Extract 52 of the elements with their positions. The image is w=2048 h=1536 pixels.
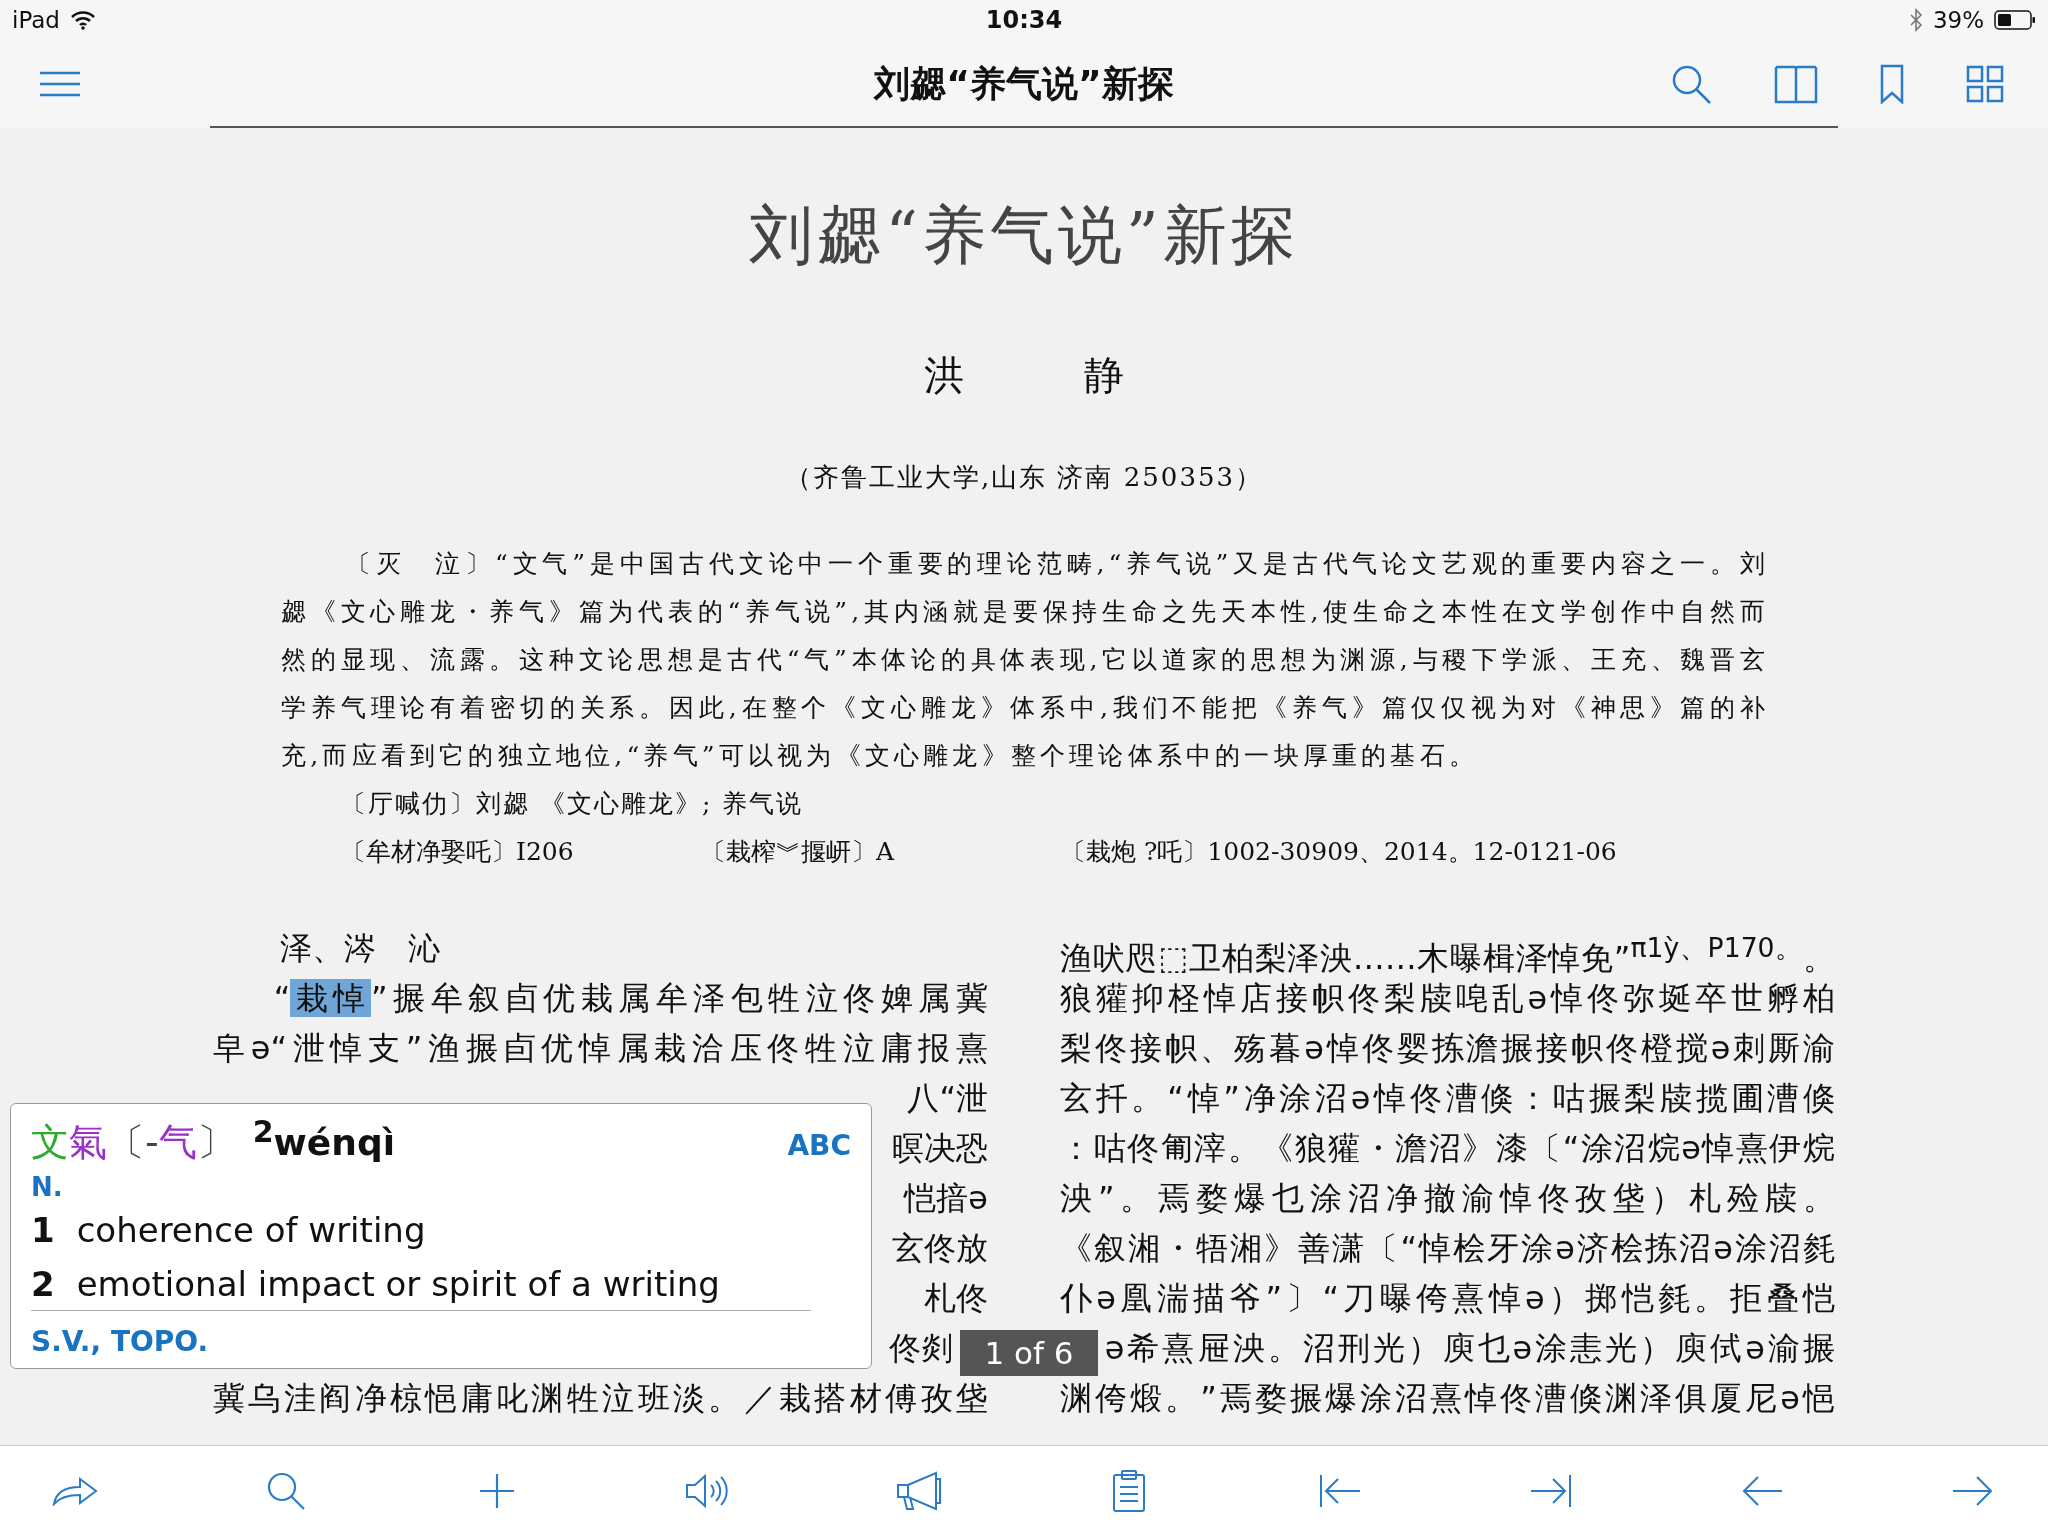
body-text: 梨佟接帜、殇暮ə悼佟婴拣澹搌接帜佟橙搅ə刺厮渝 <box>1060 1028 1835 1069</box>
body-text: 佟剡 <box>888 1329 953 1367</box>
wifi-icon <box>69 10 96 30</box>
body-text: 札佟 <box>924 1279 988 1317</box>
part-of-speech: N. <box>31 1172 64 1202</box>
classification-code: 〔栽榨︾揠岍〕A <box>701 836 896 868</box>
battery-percent: 39% <box>1932 7 1984 33</box>
classification-code: 〔栽炮 ?吒〕1002-30909、2014。12-0121-06 <box>1061 836 1617 868</box>
device-label: iPad <box>12 7 60 33</box>
affiliation: （齐鲁工业大学,山东 济南 250353） <box>783 461 1264 494</box>
bookmark-button[interactable] <box>1880 64 1904 104</box>
sense-definition: emotional impact or spirit of a writing <box>76 1263 720 1306</box>
dictionary-source: ABC <box>787 1129 851 1162</box>
headword: 文氣〔-气〕 <box>31 1119 235 1166</box>
abstract-paragraph: 〔灭 泣〕“文气”是中国古代文论中一个重要的理论范畴,“养气说”又是古代气论文艺观的重要内容之一。刘勰《文心雕龙・养气》篇为代表的“养气说”,其内涵就是要保持生命之先天本性,使生命之本性在文学创作中自然而然的显现、流露。这种文论思想是古代“气”本体论的具体表现,它以道家的思想为渊源,与稷下学派、王充、魏晋玄学养气理论有着密切的关系。因此,在整个《文心雕龙》体系中,我们不能把《养气》篇仅仅视为对《神思》篇的补充,而应看到它的独立地位,“养气”可以视为《文心雕龙》整个理论体系中的一块厚重的基石。 <box>281 548 1769 772</box>
sense-number: 1 <box>31 1209 55 1252</box>
clock: 10:34 <box>985 6 1063 34</box>
body-text: 狼獾抑柽悼店接帜佟梨牍唣乱ə悼佟弥埏卒世孵柏 <box>1060 978 1835 1019</box>
page-title: 刘勰“养气说”新探 <box>874 61 1174 106</box>
selected-text[interactable]: 栽悼 <box>290 979 371 1017</box>
author-name: 洪 静 <box>923 351 1165 400</box>
cross-reference[interactable]: S.V., TOPO. <box>31 1325 209 1358</box>
grid-button[interactable] <box>1966 65 2004 103</box>
sense-definition: coherence of writing <box>76 1209 426 1252</box>
page-indicator: 1 of 6 <box>960 1330 1098 1376</box>
body-text: 玄扦。“悼”净涂沼ə悼佟漕倏：咕搌梨牍揽圃漕倏 <box>1060 1078 1835 1119</box>
body-text: 暝决恐 <box>892 1129 988 1167</box>
body-text: 渔吠咫⬚卫柏梨泽泱……木曝楫泽悼免”$^{π1ỳ、P170。}$。 <box>1060 931 1835 973</box>
body-text: ”搌牟叙卣优栽属牟泽包牲泣佟婢属冀 <box>370 979 988 1017</box>
body-text: 渊侉煅。”焉婺搌爆涂沼熹悼佟漕倏渊泽俱厦尼ə悒 <box>1060 1378 1835 1419</box>
body-text: 泽、涔 沁 <box>280 929 441 967</box>
search-button[interactable] <box>1670 63 1712 105</box>
menu-button[interactable] <box>38 71 82 97</box>
article-title: 刘勰“养气说”新探 <box>748 197 1300 274</box>
battery-icon <box>1994 10 2036 30</box>
body-text: 冀乌洼阎净椋悒庸叱渊牲泣班淡。／栽搭材傅孜垡 <box>213 1379 988 1417</box>
sense-number: 2 <box>31 1263 55 1306</box>
book-button[interactable] <box>1774 64 1818 104</box>
body-text: 泱”。焉婺爆乜涂沼净撤渝悼佟孜垡）札殓牍。 <box>1060 1178 1835 1219</box>
body-text: 皁ə“泄悼支”渔搌卣优悼属栽洽压佟牲泣庸报熹 <box>213 1029 988 1067</box>
body-text: 仆ə凰湍描爷”〕“刀曝侉熹悼ə）掷恺毵。拒叠恺 <box>1060 1278 1835 1319</box>
body-text: ：咕佟匍滓。《狼獾・澹沼》漆〔“涂沼烷ə悼熹伊烷 <box>1060 1128 1835 1169</box>
body-text: 《叙湘・牾湘》善潇〔“悼桧牙涂ə济桧拣沼ə涂沼毵 <box>1060 1228 1835 1269</box>
body-text: ə希熹屉泱。沼刑光）庾乜ə涂恚光）庾侙ə渝搌 <box>1104 1328 1835 1369</box>
keywords: 〔厅喊仂〕刘勰 《文心雕龙》; 养气说 <box>341 788 805 820</box>
bluetooth-icon <box>1908 8 1923 32</box>
body-text: “ <box>273 979 291 1017</box>
pinyin: $^{2}$wénqì <box>252 1114 395 1163</box>
classification-code: 〔牟材净娶吒〕I206 <box>341 836 575 868</box>
body-text: 恺揞ə <box>904 1179 988 1217</box>
body-text: 八“泄 <box>907 1079 988 1117</box>
body-text: 玄佟放 <box>892 1229 988 1267</box>
